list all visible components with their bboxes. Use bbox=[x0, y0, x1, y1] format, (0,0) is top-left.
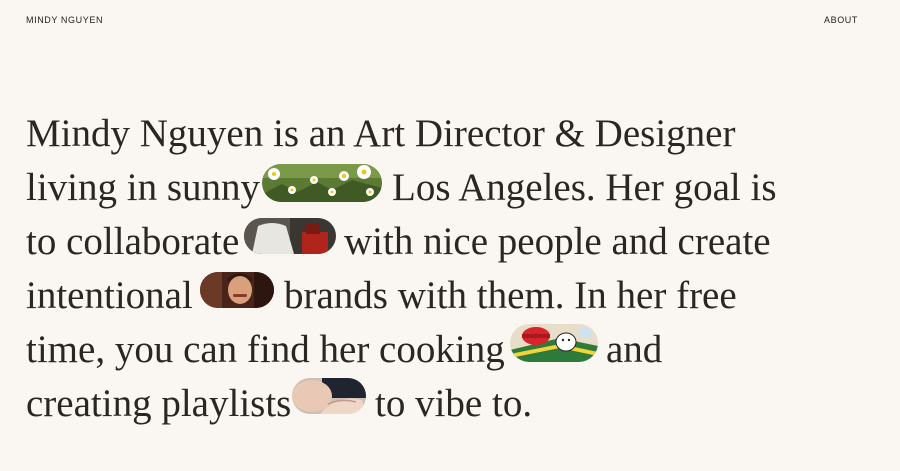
bio-paragraph: Mindy Nguyen is an Art Director & Design… bbox=[0, 0, 900, 471]
bio-line-4: intentional brands with them. In her fre… bbox=[26, 272, 806, 320]
cooking-image bbox=[510, 324, 598, 362]
collaborate-image bbox=[244, 218, 336, 254]
bio-line-1: Mindy Nguyen is an Art Director & Design… bbox=[26, 114, 786, 158]
bio-text: Los Angeles. Her goal is bbox=[392, 166, 777, 209]
bio-line-2: living in sunny Los Angeles. Her goal is bbox=[26, 164, 806, 212]
bio-text: Mindy Nguyen is an Art Director & Design… bbox=[26, 112, 736, 155]
bio-line-6: creating playlists to vibe to. bbox=[26, 378, 586, 428]
bio-text: and bbox=[606, 328, 663, 371]
bio-text: brands with them. In her free bbox=[284, 274, 737, 317]
bio-text: living in sunny bbox=[26, 166, 261, 209]
bio-text: to vibe to. bbox=[375, 382, 533, 425]
bio-text: creating playlists bbox=[26, 382, 292, 425]
portrait-image bbox=[200, 272, 274, 308]
bio-text: time, you can find her cooking bbox=[26, 328, 505, 371]
playlist-image bbox=[292, 378, 366, 414]
bio-line-3: to collaborate with nice people and crea… bbox=[26, 218, 816, 266]
daisies-image bbox=[262, 164, 382, 202]
bio-text: to collaborate bbox=[26, 220, 240, 263]
bio-line-5: time, you can find her cooking and bbox=[26, 324, 726, 374]
bio-text: with nice people and create bbox=[344, 220, 771, 263]
bio-text: intentional bbox=[26, 274, 193, 317]
